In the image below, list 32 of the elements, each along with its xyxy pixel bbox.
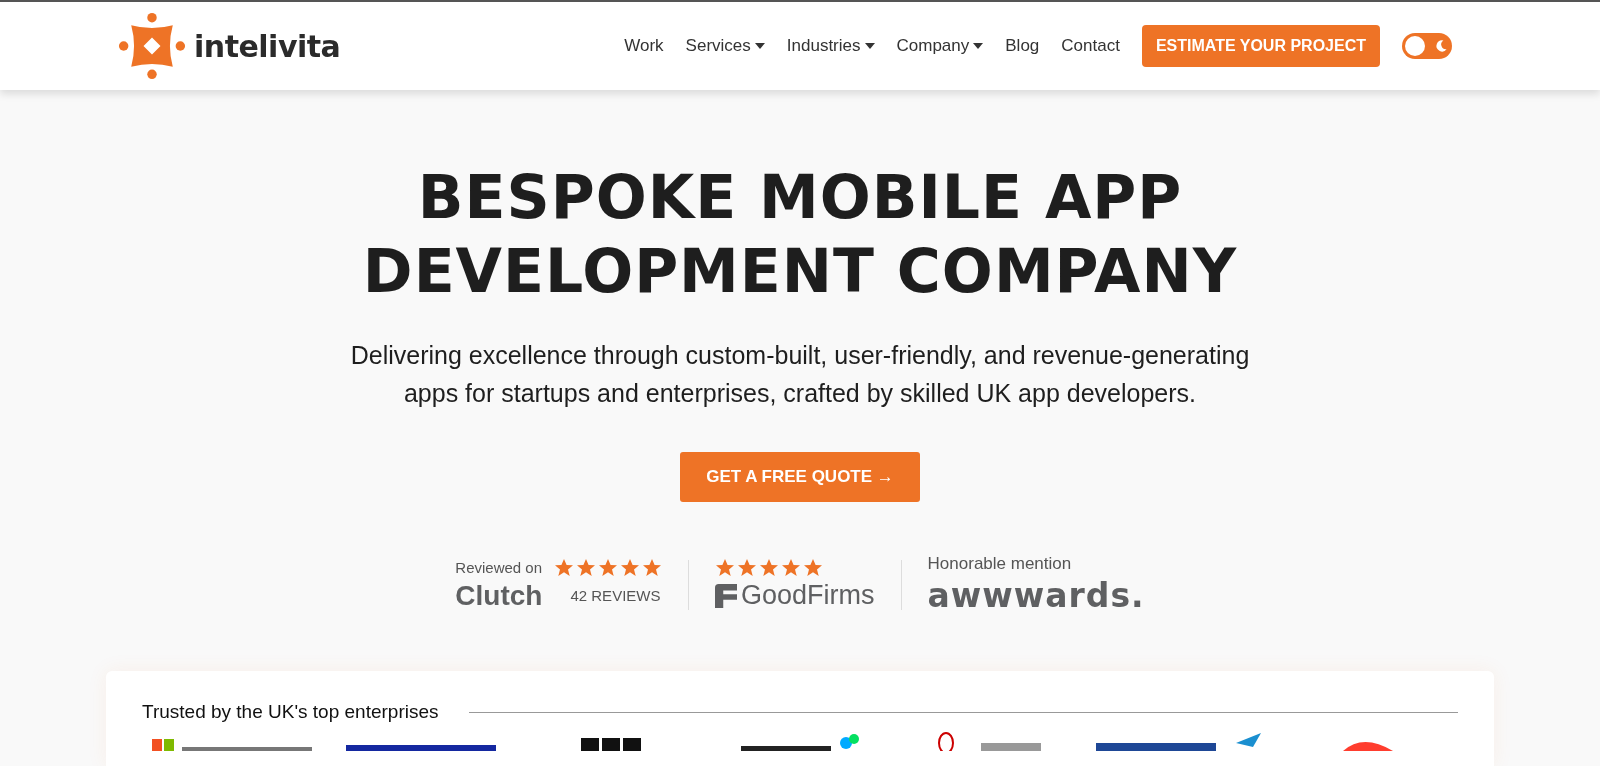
nav-link[interactable]: Company (896, 36, 984, 56)
company-logo-icon (741, 734, 859, 751)
company-logo-icon (1342, 740, 1393, 751)
nav-link[interactable]: Services (685, 36, 765, 56)
goodfirms-icon (715, 583, 738, 608)
nav-link[interactable]: Contact (1061, 36, 1120, 56)
review-caption: Honorable mention (927, 554, 1073, 574)
caret-icon (864, 43, 875, 49)
trusted-heading: Trusted by the UK's top enterprises (142, 701, 439, 723)
caret-icon (973, 43, 984, 49)
company-logo-icon (580, 738, 641, 751)
nav-link[interactable]: Industries (786, 36, 875, 56)
logo-icon[interactable] (118, 12, 186, 80)
hero-subtitle: Delivering excellence through custom-built, user-friendly, and revenue-generating (350, 340, 1250, 371)
caret-icon (754, 43, 765, 49)
hero-subtitle: apps for startups and enterprises, crafted by skilled UK app developers. (403, 378, 1197, 409)
nav-link[interactable]: Work (624, 36, 664, 56)
hero-title: DEVELOPMENT COMPANY (362, 235, 1238, 308)
company-logo-icon (1096, 733, 1262, 751)
awwwards-logo[interactable]: awwwards. (927, 576, 1145, 615)
company-logo-icon (937, 732, 1041, 751)
brand-name[interactable]: intelivita (194, 28, 341, 64)
review-caption: Reviewed on (455, 559, 543, 576)
nav-link[interactable]: Blog (1005, 36, 1040, 56)
hero-title: BESPOKE MOBILE APP (417, 161, 1183, 234)
clutch-logo[interactable]: Clutch (455, 579, 543, 612)
company-logo-icon (152, 739, 312, 751)
company-logo-icon (346, 745, 497, 751)
theme-toggle[interactable] (1402, 33, 1452, 59)
goodfirms-logo[interactable]: GoodFirms (741, 580, 875, 611)
moon-icon (1433, 38, 1449, 54)
review-count: 42 REVIEWS (570, 587, 661, 604)
